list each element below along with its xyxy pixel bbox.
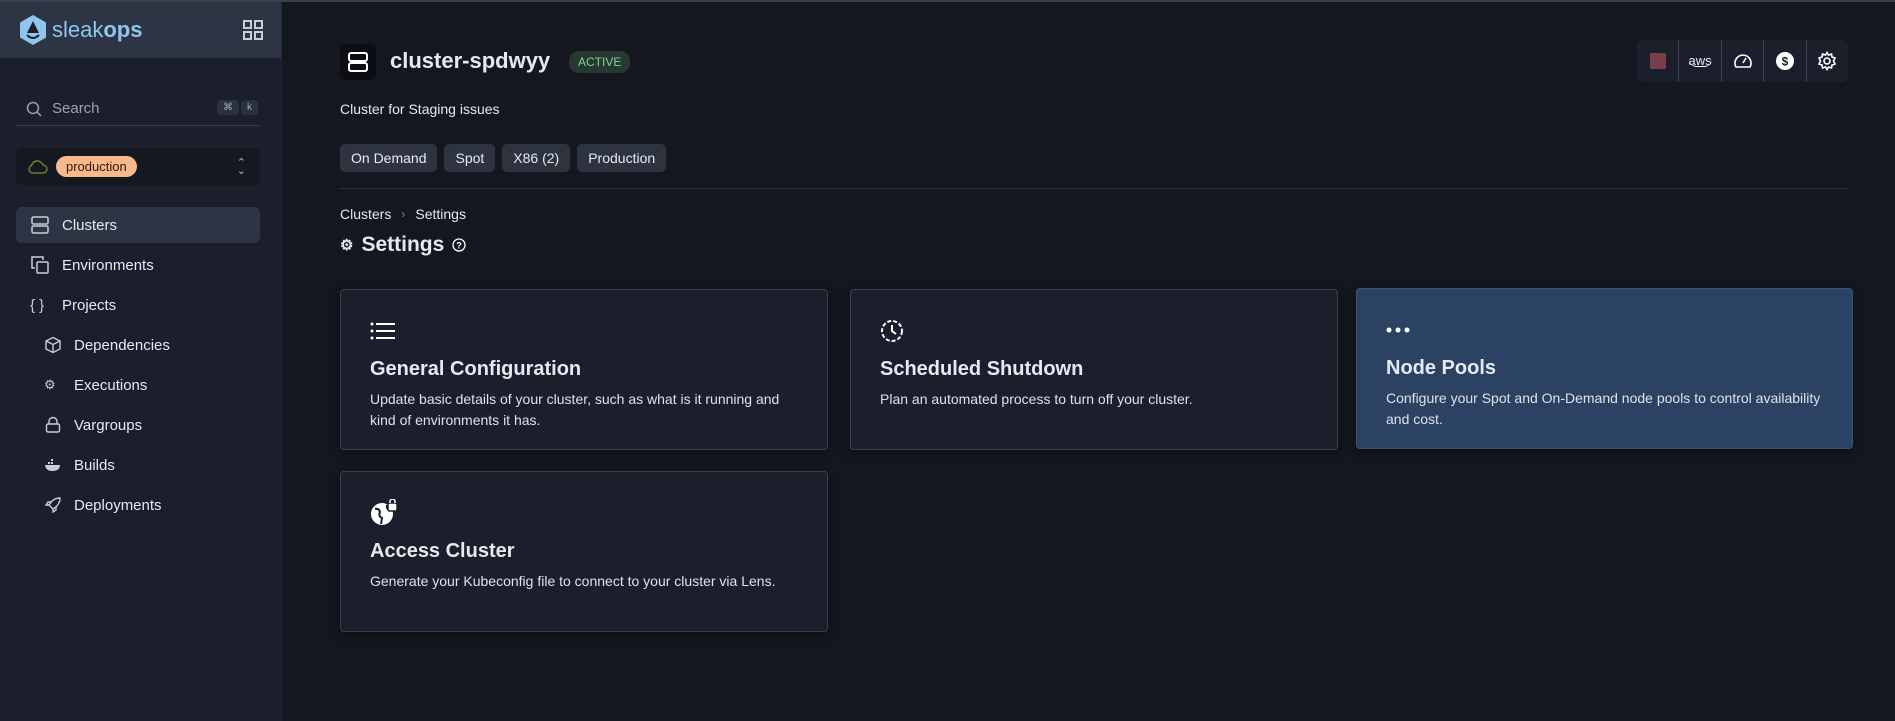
copy-icon xyxy=(31,256,49,274)
cost-button[interactable]: $ xyxy=(1763,40,1805,82)
card-title: Scheduled Shutdown xyxy=(880,358,1084,380)
dollar-circle-icon: $ xyxy=(1775,52,1794,70)
status-badge: ACTIVE xyxy=(569,51,631,73)
gear-icon xyxy=(1818,51,1837,71)
cluster-icon xyxy=(340,44,376,80)
list-icon xyxy=(370,322,395,340)
sidebar-item-clusters[interactable]: Clusters xyxy=(16,207,260,243)
search-placeholder: Search xyxy=(52,100,100,117)
server-icon xyxy=(31,216,49,234)
rocket-icon xyxy=(44,497,61,514)
card-title: Access Cluster xyxy=(370,540,515,562)
chevron-right-icon: › xyxy=(401,207,406,221)
sidebar-item-vargroups[interactable]: Vargroups xyxy=(16,407,260,443)
environment-badge: production xyxy=(56,156,137,177)
cloud-icon xyxy=(28,159,48,174)
chevron-up-down-icon: ⌃ ⌄ xyxy=(236,156,246,177)
sleakops-logo-icon xyxy=(20,15,46,45)
page-title: ⚙ Settings ? xyxy=(340,233,466,257)
card-title: General Configuration xyxy=(370,358,582,380)
search-input[interactable]: Search ⌘ k xyxy=(16,92,260,126)
card-description: Generate your Kubeconfig file to connect… xyxy=(370,573,776,589)
tag: X86 (2) xyxy=(502,144,571,172)
sidebar-item-label: Environments xyxy=(62,256,154,274)
logo-bar: sleak ops xyxy=(0,2,281,58)
card-scheduled-shutdown[interactable]: Scheduled Shutdown Plan an automated pro… xyxy=(850,289,1338,450)
gear-icon: ⚙ xyxy=(340,237,354,254)
sidebar-item-label: Deployments xyxy=(74,496,162,514)
sidebar-item-label: Builds xyxy=(74,456,115,474)
breadcrumb-clusters[interactable]: Clusters xyxy=(340,206,391,222)
page-title-text: Settings xyxy=(361,233,445,256)
card-description: Configure your Spot and On-Demand node p… xyxy=(1386,390,1821,427)
svg-text:$: $ xyxy=(1782,55,1789,69)
cluster-toolbar: aws $ xyxy=(1637,40,1848,82)
sidebar-item-label: Projects xyxy=(62,296,117,314)
sidebar-item-executions[interactable]: ⚙ Executions xyxy=(16,367,260,403)
aws-button[interactable]: aws xyxy=(1678,40,1720,82)
sidebar-nav: Clusters Environments { } Projects Depend… xyxy=(16,207,260,527)
breadcrumb-settings: Settings xyxy=(415,206,466,222)
sidebar-item-label: Vargroups xyxy=(74,416,143,434)
color-button[interactable] xyxy=(1637,40,1678,82)
help-icon[interactable]: ? xyxy=(452,238,466,252)
environment-selector[interactable]: production ⌃ ⌄ xyxy=(16,148,260,185)
tag: On Demand xyxy=(340,144,438,172)
kbd-k: k xyxy=(241,100,258,115)
color-swatch xyxy=(1649,53,1666,69)
grid-icon[interactable] xyxy=(243,20,263,40)
sidebar-item-label: Clusters xyxy=(62,216,118,234)
tag: Production xyxy=(577,144,667,172)
sidebar-item-label: Dependencies xyxy=(74,336,170,354)
dashboard-button[interactable] xyxy=(1720,40,1763,82)
sidebar-item-dependencies[interactable]: Dependencies xyxy=(16,327,260,363)
sidebar-item-environments[interactable]: Environments xyxy=(16,247,260,283)
sidebar-item-deployments[interactable]: Deployments xyxy=(16,487,260,523)
breadcrumb: Clusters › Settings xyxy=(340,206,466,222)
logo-text-bold: ops xyxy=(103,17,143,42)
sidebar-item-builds[interactable]: Builds xyxy=(16,447,260,483)
speedometer-icon xyxy=(1733,54,1752,68)
card-description: Plan an automated process to turn off yo… xyxy=(880,391,1193,407)
lock-icon xyxy=(45,416,61,433)
docker-icon xyxy=(45,459,60,471)
card-access-cluster[interactable]: Access Cluster Generate your Kubeconfig … xyxy=(340,471,828,632)
cogs-icon: ⚙ xyxy=(44,377,56,392)
search-shortcut: ⌘ k xyxy=(217,100,258,115)
tag-list: On Demand Spot X86 (2) Production xyxy=(340,144,667,172)
aws-icon: aws xyxy=(1688,53,1712,68)
settings-button[interactable] xyxy=(1805,40,1848,82)
cluster-description: Cluster for Staging issues xyxy=(340,101,500,117)
sidebar: sleak ops Search ⌘ k production ⌃ ⌄ Cluster… xyxy=(0,2,282,721)
sidebar-item-projects[interactable]: { } Projects xyxy=(16,287,260,323)
more-icon xyxy=(1386,327,1410,333)
card-general-configuration[interactable]: General Configuration Update basic detai… xyxy=(340,289,828,450)
clock-icon xyxy=(881,320,903,342)
card-title: Node Pools xyxy=(1386,357,1497,379)
svg-text:?: ? xyxy=(457,241,463,251)
kbd-cmd: ⌘ xyxy=(217,100,239,115)
cluster-title: cluster-spdwyy xyxy=(390,48,551,73)
tag: Spot xyxy=(444,144,496,172)
logo-text-light: sleak xyxy=(52,17,104,42)
card-node-pools[interactable]: Node Pools Configure your Spot and On-De… xyxy=(1356,288,1853,449)
logo[interactable]: sleak ops xyxy=(18,14,142,46)
cube-icon xyxy=(45,336,61,354)
card-description: Update basic details of your cluster, su… xyxy=(370,391,780,428)
divider xyxy=(340,188,1848,189)
sidebar-item-label: Executions xyxy=(74,376,148,394)
braces-icon: { } xyxy=(30,296,45,314)
globe-lock-icon xyxy=(371,499,398,525)
search-icon xyxy=(26,101,42,117)
